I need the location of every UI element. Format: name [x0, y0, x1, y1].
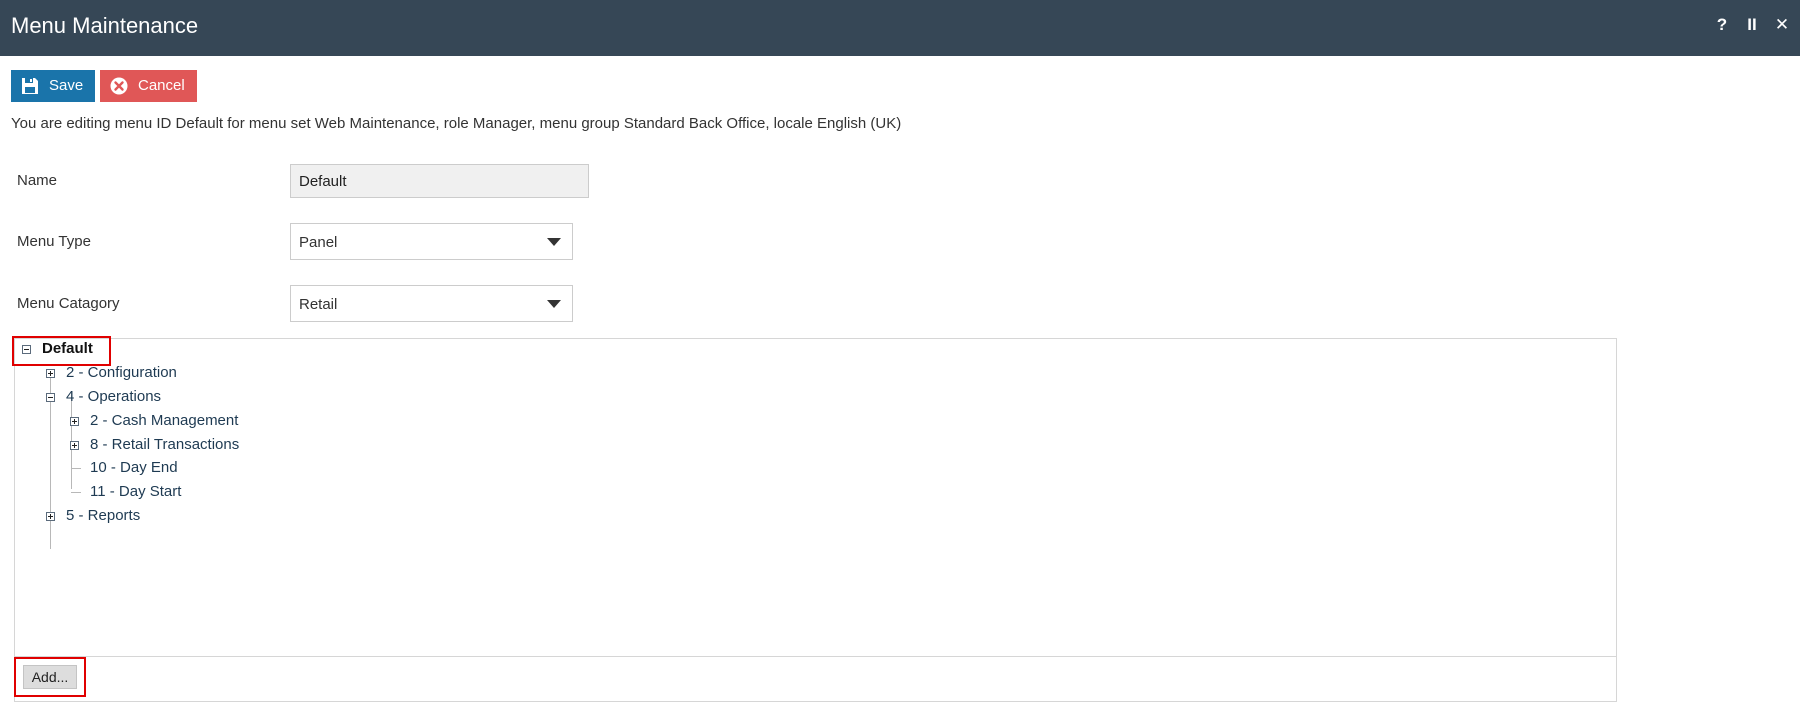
- chevron-down-icon: [547, 300, 561, 308]
- collapse-icon[interactable]: [46, 393, 55, 402]
- menu-type-label: Menu Type: [17, 233, 91, 250]
- name-input[interactable]: [290, 164, 589, 198]
- menu-category-label: Menu Catagory: [17, 295, 120, 312]
- tree-node-operations[interactable]: 4 - Operations: [15, 387, 415, 407]
- tree-node-configuration[interactable]: 2 - Configuration: [15, 363, 415, 383]
- chevron-down-icon: [547, 238, 561, 246]
- floppy-disk-icon: [22, 78, 38, 94]
- close-icon[interactable]: ✕: [1772, 14, 1792, 36]
- tree-node-reports[interactable]: 5 - Reports: [15, 506, 415, 526]
- expand-icon[interactable]: [46, 369, 55, 378]
- cancel-circle-icon: [110, 77, 128, 95]
- menu-tree-panel: Default 2 - Configuration 4 - Operations…: [14, 338, 1617, 702]
- editing-info-text: You are editing menu ID Default for menu…: [11, 115, 902, 132]
- help-icon[interactable]: ?: [1712, 14, 1732, 36]
- cancel-button-label: Cancel: [138, 77, 185, 94]
- tree-node-label[interactable]: 8 - Retail Transactions: [90, 435, 239, 455]
- window-title: Menu Maintenance: [11, 13, 199, 38]
- name-label: Name: [17, 172, 58, 189]
- menu-type-value: Panel: [299, 234, 338, 251]
- tree-node-label[interactable]: 5 - Reports: [66, 506, 140, 526]
- pause-icon[interactable]: II: [1742, 14, 1762, 36]
- menu-type-select[interactable]: Panel: [290, 223, 573, 260]
- tree-node-day-end[interactable]: 10 - Day End: [15, 458, 415, 478]
- expand-icon[interactable]: [70, 417, 79, 426]
- menu-category-select[interactable]: Retail: [290, 285, 573, 322]
- expand-icon[interactable]: [46, 512, 55, 521]
- tree-node-retail-transactions[interactable]: 8 - Retail Transactions: [15, 435, 415, 455]
- collapse-icon[interactable]: [22, 345, 31, 354]
- title-bar: Menu Maintenance ? II ✕: [0, 0, 1800, 56]
- tree-node-label[interactable]: Default: [42, 339, 93, 359]
- tree-node-label[interactable]: 11 - Day Start: [90, 482, 181, 502]
- add-button[interactable]: Add...: [23, 665, 77, 689]
- menu-category-value: Retail: [299, 296, 338, 313]
- tree-node-root[interactable]: Default: [15, 339, 415, 359]
- tree-node-label[interactable]: 2 - Configuration: [66, 363, 177, 383]
- tree-node-label[interactable]: 2 - Cash Management: [90, 411, 238, 431]
- save-button-label: Save: [49, 77, 84, 94]
- save-button[interactable]: Save: [11, 70, 95, 102]
- tree-node-cash-management[interactable]: 2 - Cash Management: [15, 411, 415, 431]
- tree-node-day-start[interactable]: 11 - Day Start: [15, 482, 415, 502]
- expand-icon[interactable]: [70, 441, 79, 450]
- tree-node-label[interactable]: 10 - Day End: [90, 458, 178, 478]
- tree-node-label[interactable]: 4 - Operations: [66, 387, 161, 407]
- cancel-button[interactable]: Cancel: [100, 70, 197, 102]
- tree-footer-divider: [15, 656, 1616, 657]
